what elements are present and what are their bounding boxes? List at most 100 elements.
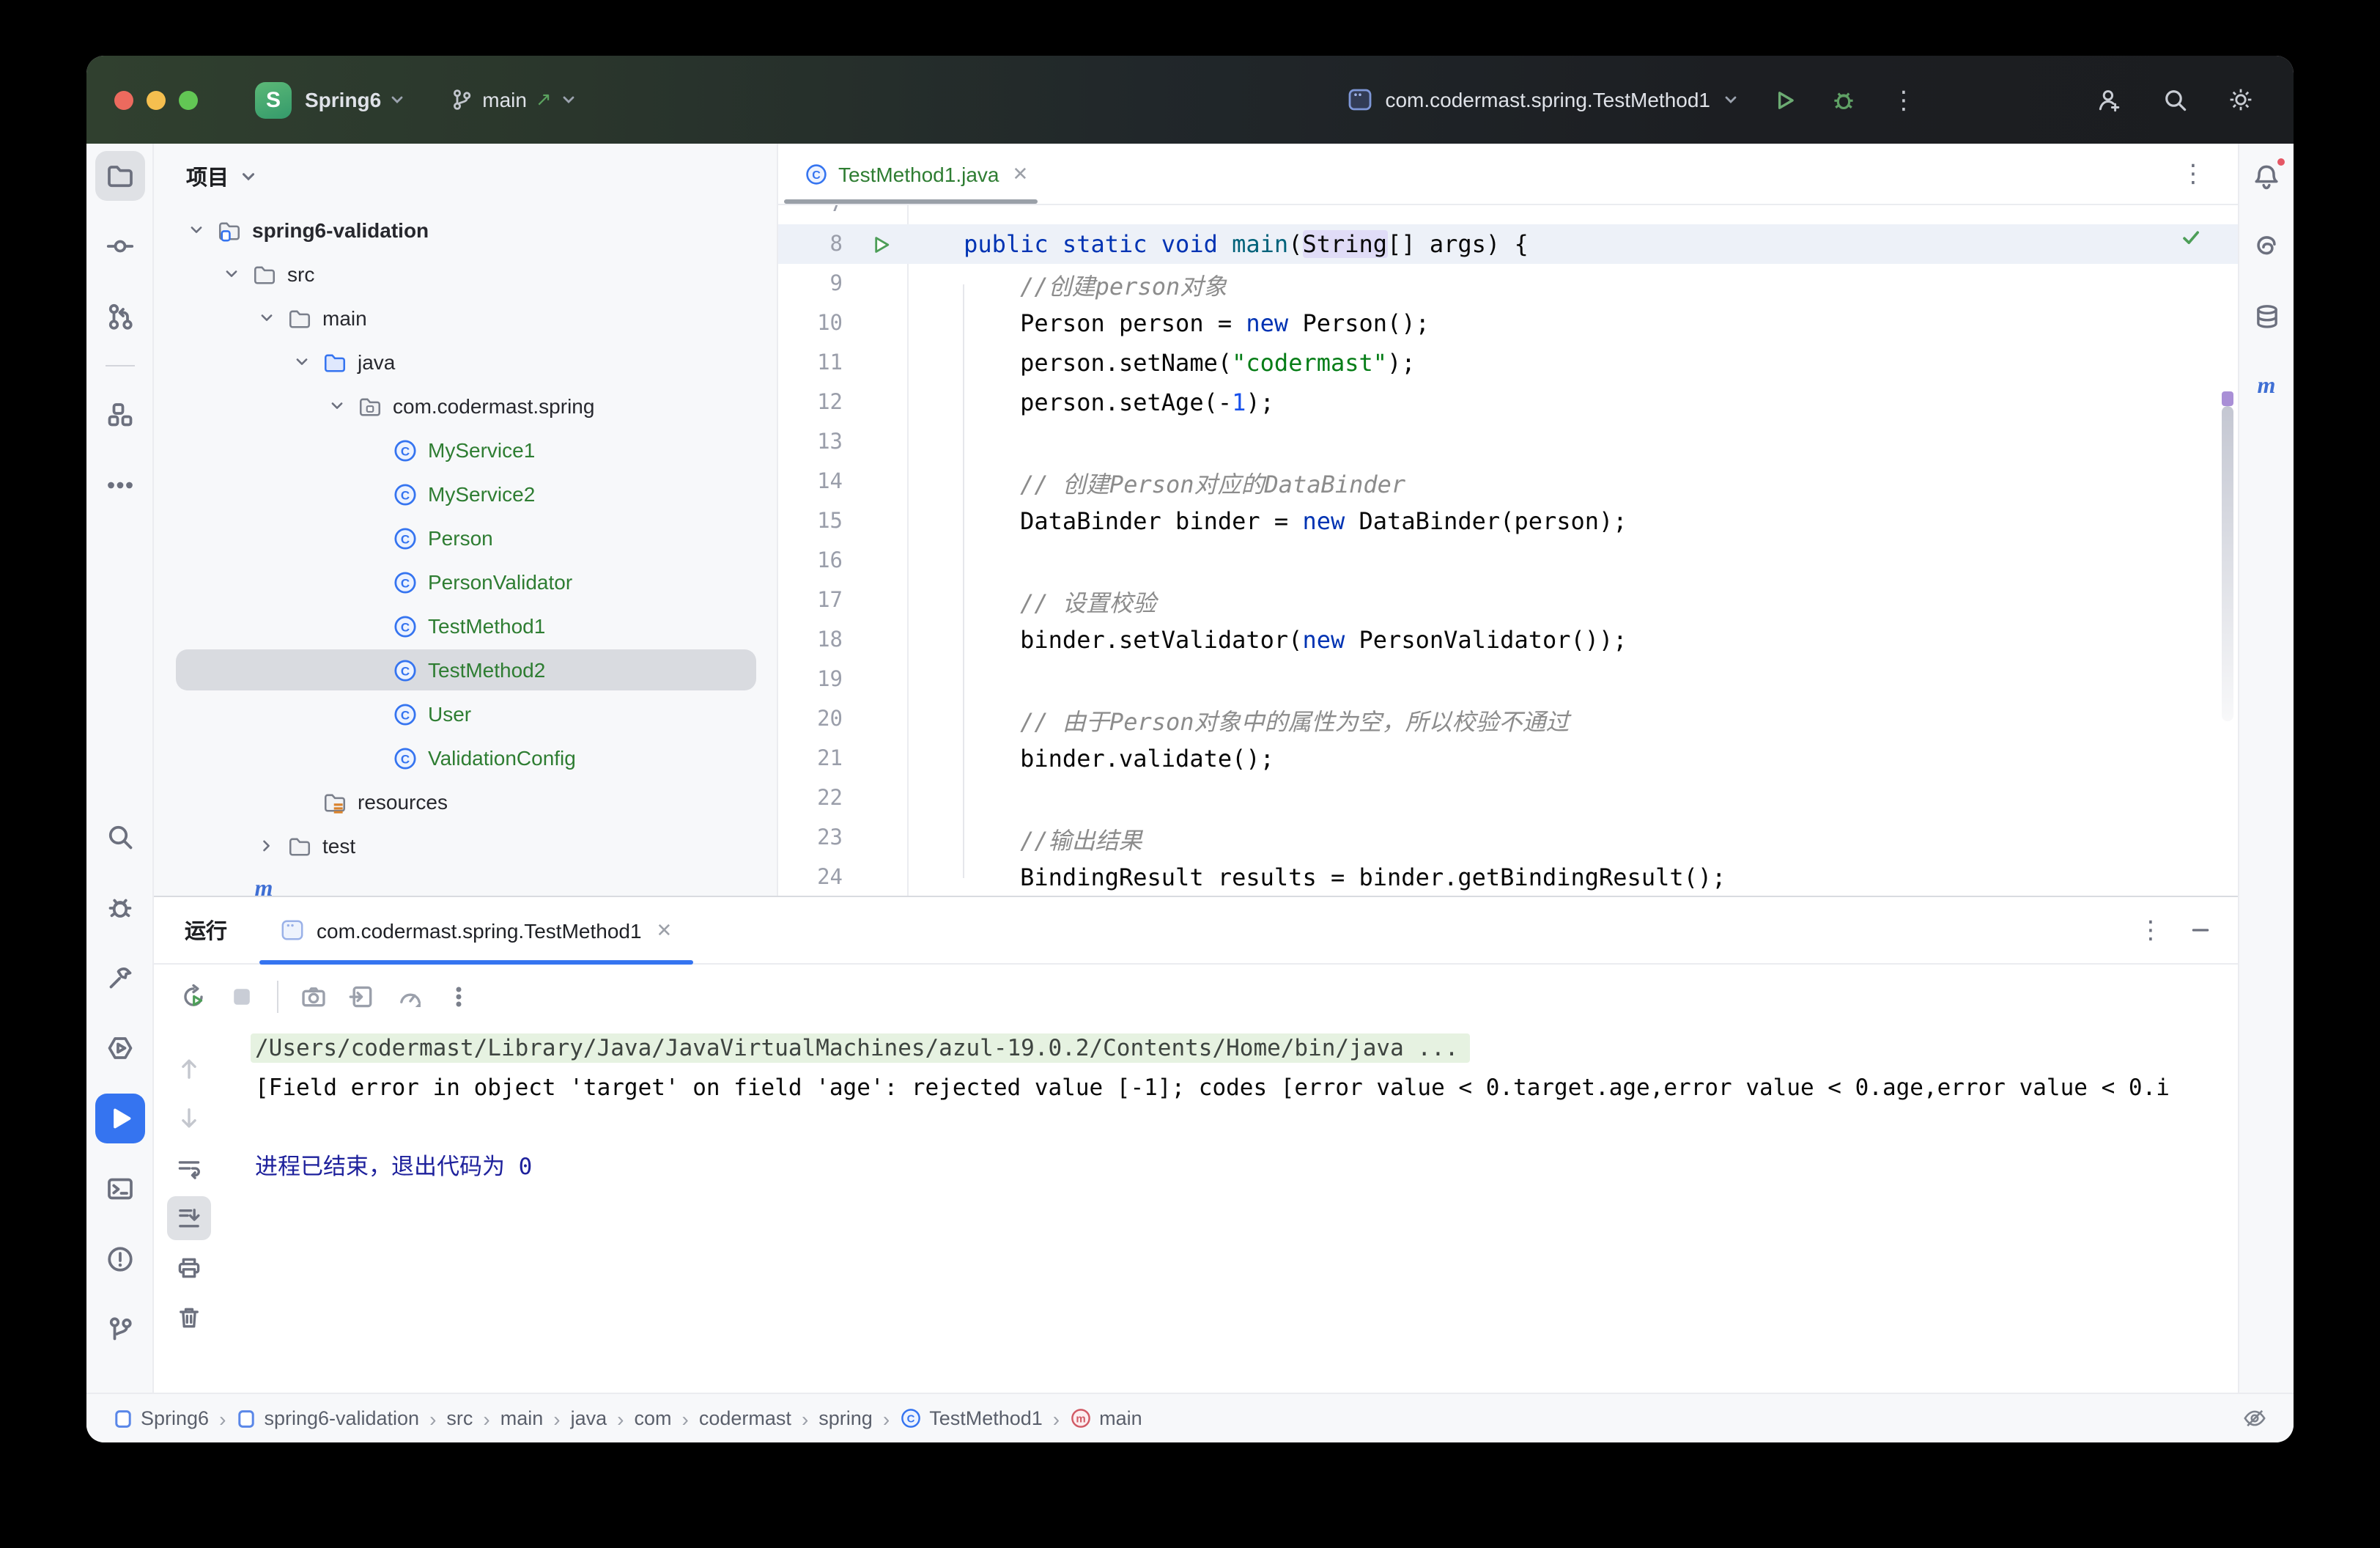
- project-panel-header[interactable]: 项目: [154, 144, 777, 208]
- line-number[interactable]: 7: [778, 205, 854, 216]
- exit-icon[interactable]: [340, 975, 384, 1019]
- tree-item-src[interactable]: src: [154, 252, 777, 296]
- breadcrumb-main[interactable]: mmain: [1070, 1407, 1142, 1429]
- console-panel-title[interactable]: 运行: [185, 915, 227, 946]
- maximize-window-button[interactable]: [179, 90, 198, 109]
- breadcrumb-com[interactable]: com: [635, 1407, 672, 1429]
- breadcrumb-spring[interactable]: spring: [818, 1407, 873, 1429]
- sidebar-pull-request-icon[interactable]: [95, 292, 144, 342]
- line-number[interactable]: 21: [778, 747, 854, 770]
- breadcrumb-main[interactable]: main: [500, 1407, 544, 1429]
- breadcrumb-codermast[interactable]: codermast: [699, 1407, 791, 1429]
- tree-item-resources[interactable]: resources: [154, 780, 777, 824]
- inspections-ok-icon[interactable]: [2179, 226, 2203, 249]
- sidebar-maven-icon[interactable]: m: [2242, 362, 2291, 412]
- tree-item-com.codermast.spring[interactable]: com.codermast.spring: [154, 384, 777, 428]
- screen-reader-off-icon[interactable]: [2242, 1406, 2267, 1431]
- down-icon[interactable]: [167, 1096, 211, 1140]
- search-icon[interactable]: [2154, 79, 2195, 120]
- close-window-button[interactable]: [114, 90, 133, 109]
- console-options-icon[interactable]: ⋮: [2138, 918, 2163, 943]
- sidebar-debug-icon[interactable]: [95, 882, 144, 932]
- line-number[interactable]: 17: [778, 589, 854, 612]
- tree-item-spring6-validation[interactable]: spring6-validation: [154, 208, 777, 252]
- run-configuration-selector[interactable]: com.codermast.spring.TestMethod1: [1347, 86, 1740, 113]
- sidebar-project-icon[interactable]: [95, 151, 144, 201]
- project-name[interactable]: Spring6: [305, 88, 381, 111]
- line-number[interactable]: 9: [778, 272, 854, 295]
- add-user-icon[interactable]: [2088, 79, 2129, 120]
- tree-item-MyService2[interactable]: CMyService2: [154, 472, 777, 516]
- line-number[interactable]: 16: [778, 549, 854, 572]
- branch-widget[interactable]: main ↗: [450, 88, 578, 111]
- line-number[interactable]: 13: [778, 430, 854, 454]
- line-number[interactable]: 11: [778, 351, 854, 375]
- code-editor[interactable]: 78 public static void main(String[] args…: [778, 205, 2238, 896]
- sidebar-ai-assistant-icon[interactable]: [2242, 221, 2291, 271]
- rerun-icon[interactable]: [171, 975, 215, 1019]
- close-tab-icon[interactable]: ✕: [657, 918, 673, 942]
- sidebar-run-icon[interactable]: [95, 1094, 144, 1143]
- minimize-window-button[interactable]: [147, 90, 166, 109]
- tree-item-maven-file[interactable]: m: [154, 868, 777, 896]
- editor-scrollbar[interactable]: [2222, 391, 2233, 721]
- breadcrumb-src[interactable]: src: [446, 1407, 473, 1429]
- chevron-down-icon[interactable]: [214, 264, 249, 284]
- sidebar-search-icon[interactable]: [95, 812, 144, 862]
- clear-icon[interactable]: [167, 1296, 211, 1340]
- tree-item-User[interactable]: CUser: [154, 692, 777, 736]
- run-button[interactable]: [1763, 79, 1804, 120]
- tree-item-Person[interactable]: CPerson: [154, 516, 777, 560]
- more-icon[interactable]: [437, 975, 481, 1019]
- line-number[interactable]: 20: [778, 707, 854, 731]
- snapshot-icon[interactable]: [292, 975, 336, 1019]
- profiler-icon[interactable]: [388, 975, 432, 1019]
- sidebar-services-icon[interactable]: [95, 1023, 144, 1073]
- sidebar-commit-icon[interactable]: [95, 221, 144, 271]
- line-number[interactable]: 22: [778, 786, 854, 810]
- line-number[interactable]: 8: [778, 232, 854, 256]
- scrollbar-thumb[interactable]: [2222, 406, 2233, 721]
- line-number[interactable]: 23: [778, 826, 854, 849]
- sidebar-more-icon[interactable]: [95, 460, 144, 510]
- up-icon[interactable]: [167, 1047, 211, 1091]
- sidebar-notifications-icon[interactable]: [2242, 151, 2291, 201]
- breadcrumb-Spring6[interactable]: Spring6: [113, 1407, 209, 1429]
- editor-tab[interactable]: C TestMethod1.java ✕: [778, 144, 1043, 204]
- line-number[interactable]: 19: [778, 668, 854, 691]
- breadcrumb-TestMethod1[interactable]: CTestMethod1: [900, 1407, 1043, 1429]
- tree-item-java[interactable]: java: [154, 340, 777, 384]
- chevron-down-icon[interactable]: [284, 352, 319, 372]
- scroll-to-end-icon[interactable]: [167, 1196, 211, 1240]
- minimize-panel-icon[interactable]: [2189, 919, 2211, 941]
- sidebar-terminal-icon[interactable]: [95, 1164, 144, 1214]
- line-number[interactable]: 14: [778, 470, 854, 493]
- more-actions-icon[interactable]: ⋮: [1883, 79, 1924, 120]
- sidebar-structure-icon[interactable]: [95, 390, 144, 440]
- tree-item-test[interactable]: test: [154, 824, 777, 868]
- chevron-down-icon[interactable]: [388, 91, 406, 108]
- tree-item-TestMethod1[interactable]: CTestMethod1: [154, 604, 777, 648]
- close-tab-icon[interactable]: ✕: [1012, 162, 1028, 185]
- line-number[interactable]: 18: [778, 628, 854, 652]
- line-number[interactable]: 10: [778, 312, 854, 335]
- tree-item-main[interactable]: main: [154, 296, 777, 340]
- tree-item-ValidationConfig[interactable]: CValidationConfig: [154, 736, 777, 780]
- debug-button[interactable]: [1823, 79, 1864, 120]
- tree-item-TestMethod2[interactable]: CTestMethod2: [154, 648, 777, 692]
- settings-gear-icon[interactable]: [2220, 79, 2261, 120]
- soft-wrap-icon[interactable]: [167, 1146, 211, 1190]
- sidebar-database-icon[interactable]: [2242, 292, 2291, 342]
- chevron-down-icon[interactable]: [249, 308, 284, 328]
- project-badge[interactable]: S: [255, 81, 292, 118]
- chevron-down-icon[interactable]: [179, 220, 214, 240]
- chevron-down-icon[interactable]: [319, 396, 355, 416]
- line-number[interactable]: 24: [778, 866, 854, 889]
- sidebar-git-icon[interactable]: [95, 1305, 144, 1354]
- sidebar-problems-icon[interactable]: [95, 1234, 144, 1284]
- tree-item-MyService1[interactable]: CMyService1: [154, 428, 777, 472]
- run-line-icon[interactable]: [854, 234, 907, 254]
- breadcrumb-spring6-validation[interactable]: spring6-validation: [236, 1407, 419, 1429]
- console-tab[interactable]: com.codermast.spring.TestMethod1 ✕: [259, 897, 692, 963]
- tab-options-icon[interactable]: ⋮: [2181, 161, 2206, 186]
